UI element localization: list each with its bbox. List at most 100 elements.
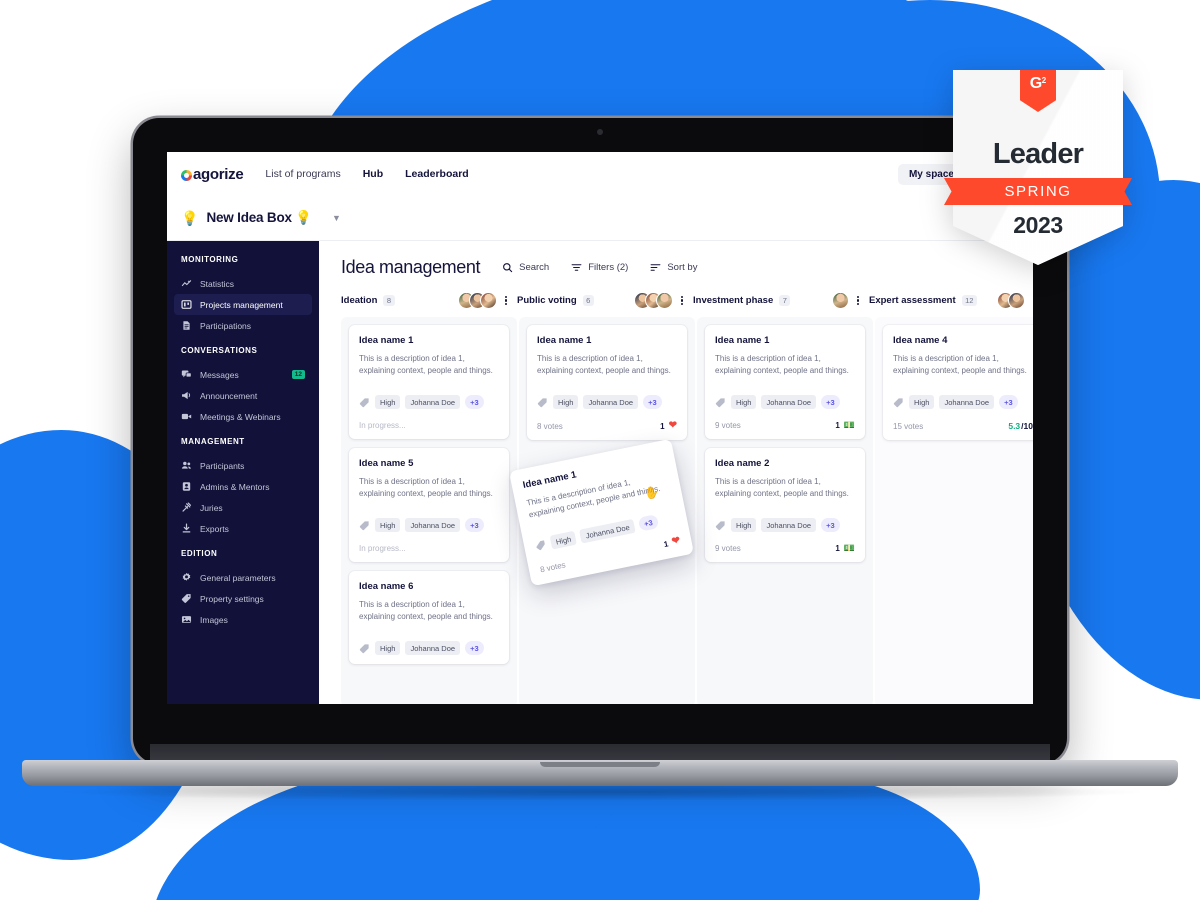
more-vertical-icon[interactable]: [504, 295, 507, 306]
column-header-expert-assessment: Expert assessment 12: [869, 292, 1033, 309]
card-tags: High Johanna Doe +3: [537, 395, 677, 409]
priority-chip[interactable]: High: [549, 530, 578, 550]
more-tags-chip[interactable]: +3: [999, 395, 1018, 409]
owner-chip[interactable]: Johanna Doe: [579, 518, 636, 544]
sort-by-button[interactable]: Sort by: [650, 262, 697, 273]
more-tags-chip[interactable]: +3: [643, 395, 662, 409]
votes-count: 9 votes: [715, 544, 741, 553]
card-metric[interactable]: 5.3 /10: [1008, 421, 1033, 431]
owner-chip[interactable]: Johanna Doe: [405, 641, 461, 655]
more-tags-chip[interactable]: +3: [465, 395, 484, 409]
more-tags-chip[interactable]: +3: [821, 395, 840, 409]
sidebar-item-label: Participations: [200, 320, 252, 331]
idea-card[interactable]: Idea name 1 This is a description of ide…: [349, 325, 509, 439]
idea-card[interactable]: Idea name 6 This is a description of ide…: [349, 571, 509, 664]
lightbulb-icon: 💡: [181, 210, 199, 226]
sidebar-item-meetings-webinars[interactable]: Meetings & Webinars: [174, 406, 312, 427]
priority-chip[interactable]: High: [909, 395, 935, 409]
card-description: This is a description of idea 1, explain…: [359, 354, 493, 375]
priority-chip[interactable]: High: [375, 641, 401, 655]
megaphone-icon: [181, 390, 192, 401]
sidebar-item-general-parameters[interactable]: General parameters: [174, 567, 312, 588]
column-count: 8: [383, 295, 395, 306]
votes-count: 9 votes: [715, 421, 741, 430]
column-avatars[interactable]: [457, 292, 497, 309]
sidebar-item-projects-management[interactable]: Projects management: [174, 294, 312, 315]
sidebar-item-juries[interactable]: Juries: [174, 497, 312, 518]
search-label: Search: [519, 262, 550, 273]
sidebar-item-label: Announcement: [200, 390, 258, 401]
sidebar-item-images[interactable]: Images: [174, 609, 312, 630]
kanban-column-expert-assessment: Idea name 4 This is a description of ide…: [875, 317, 1033, 704]
column-avatars[interactable]: [996, 292, 1025, 309]
avatar: [655, 292, 673, 309]
card-title: Idea name 1: [537, 335, 592, 346]
card-metric[interactable]: 1 💵: [835, 544, 855, 554]
owner-chip[interactable]: Johanna Doe: [405, 518, 461, 532]
column-header-investment-phase: Investment phase 7: [693, 292, 869, 309]
kanban-board-icon: [181, 299, 192, 310]
sidebar-item-announcement[interactable]: Announcement: [174, 385, 312, 406]
sidebar-item-label: Property settings: [200, 593, 264, 604]
priority-chip[interactable]: High: [375, 518, 401, 532]
sidebar-item-exports[interactable]: Exports: [174, 518, 312, 539]
sidebar-item-participants[interactable]: Participants: [174, 455, 312, 476]
g2-title: Leader: [992, 138, 1084, 170]
card-tags: High Johanna Doe +3: [715, 395, 855, 409]
idea-card[interactable]: Idea name 4 This is a description of ide…: [883, 325, 1033, 440]
brand-logo[interactable]: agorize: [181, 166, 244, 183]
priority-chip[interactable]: High: [731, 518, 757, 532]
messages-badge: 12: [291, 369, 305, 380]
nav-link-leaderboard[interactable]: Leaderboard: [405, 168, 469, 180]
program-selector-bar[interactable]: 💡 New Idea Box 💡 ▼: [167, 196, 1033, 241]
sidebar-group-conversations-label: CONVERSATIONS: [181, 346, 258, 355]
idea-card[interactable]: Idea name 1 This is a description of ide…: [527, 325, 687, 440]
votes-count: 8 votes: [537, 421, 563, 431]
g2-logo-letter: G: [1029, 75, 1042, 92]
filters-button[interactable]: Filters (2): [571, 262, 628, 273]
priority-chip[interactable]: High: [553, 395, 579, 409]
search-button[interactable]: Search: [502, 262, 549, 273]
owner-chip[interactable]: Johanna Doe: [761, 395, 817, 409]
more-tags-chip[interactable]: +3: [821, 518, 840, 532]
nav-link-hub[interactable]: Hub: [363, 168, 383, 180]
idea-card[interactable]: Idea name 5 This is a description of ide…: [349, 448, 509, 562]
owner-chip[interactable]: Johanna Doe: [939, 395, 995, 409]
card-metric[interactable]: 1 ❤: [660, 421, 677, 431]
owner-chip[interactable]: Johanna Doe: [405, 395, 461, 409]
more-vertical-icon[interactable]: [856, 295, 859, 306]
owner-chip[interactable]: Johanna Doe: [761, 518, 817, 532]
card-status: In progress...: [359, 544, 406, 553]
sidebar-item-messages[interactable]: Messages 12: [174, 364, 312, 385]
sidebar-item-label: Participants: [200, 460, 245, 471]
card-metric[interactable]: 1 ❤: [663, 535, 681, 549]
priority-chip[interactable]: High: [375, 395, 401, 409]
idea-card[interactable]: Idea name 1 This is a description of ide…: [705, 325, 865, 439]
more-tags-chip[interactable]: +3: [465, 641, 484, 655]
sidebar-item-property-settings[interactable]: Property settings: [174, 588, 312, 609]
more-tags-chip[interactable]: +3: [637, 514, 659, 532]
priority-chip[interactable]: High: [731, 395, 757, 409]
nav-link-list-of-programs[interactable]: List of programs: [265, 168, 340, 180]
kanban-column-headers: Ideation 8 Public voting 6 Investment ph…: [341, 292, 1033, 309]
column-count: 6: [582, 295, 594, 306]
idea-card[interactable]: Idea name 2 This is a description of ide…: [705, 448, 865, 562]
sidebar-item-participations[interactable]: Participations: [174, 315, 312, 336]
column-header-public-voting: Public voting 6: [517, 292, 693, 309]
chevron-down-icon[interactable]: ▼: [332, 213, 341, 223]
more-vertical-icon[interactable]: [680, 295, 683, 306]
more-tags-chip[interactable]: +3: [465, 518, 484, 532]
top-navigation-bar: agorize List of programs Hub Leaderboard…: [167, 152, 1033, 196]
sidebar-item-statistics[interactable]: Statistics: [174, 273, 312, 294]
card-metric[interactable]: 1 💵: [835, 421, 855, 431]
column-avatars[interactable]: [831, 292, 849, 309]
sidebar-item-admins-mentors[interactable]: Admins & Mentors: [174, 476, 312, 497]
owner-chip[interactable]: Johanna Doe: [583, 395, 639, 409]
column-title: Ideation: [341, 295, 378, 306]
document-icon: [181, 320, 192, 331]
tag-icon: [181, 593, 192, 604]
sidebar-item-label: General parameters: [200, 572, 276, 583]
card-description: This is a description of idea 1, explain…: [359, 600, 493, 621]
votes-count: 8 votes: [539, 559, 567, 574]
column-avatars[interactable]: [633, 292, 673, 309]
